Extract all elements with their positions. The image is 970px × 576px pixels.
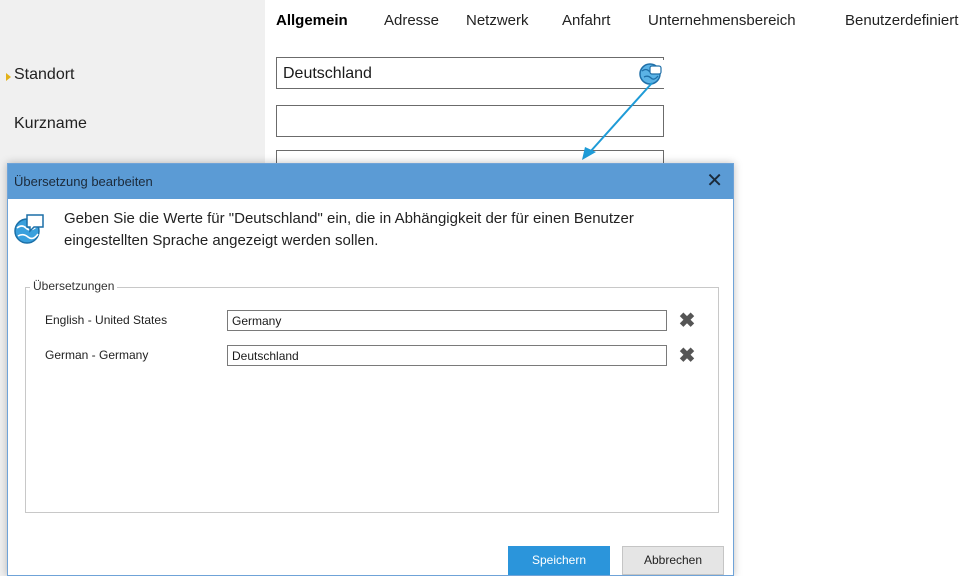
dialog-message: Geben Sie die Werte für "Deutschland" ei… <box>64 210 634 249</box>
globe-speech-icon <box>14 214 44 244</box>
translation-language-label: German - Germany <box>45 348 149 362</box>
translation-value-input[interactable]: Germany <box>227 310 667 331</box>
edit-translation-dialog: Übersetzung bearbeiten ✕ Geben Sie die W… <box>7 163 734 576</box>
delete-x-icon[interactable]: ✖ <box>678 311 696 331</box>
translation-value-input[interactable]: Deutschland <box>227 345 667 366</box>
dialog-title: Übersetzung bearbeiten <box>14 174 153 189</box>
close-icon[interactable]: ✕ <box>706 168 723 193</box>
translation-language-label: English - United States <box>45 313 168 327</box>
delete-x-icon[interactable]: ✖ <box>678 346 696 366</box>
dialog-titlebar[interactable]: Übersetzung bearbeiten ✕ <box>8 164 733 199</box>
cancel-button[interactable]: Abbrechen <box>622 546 724 575</box>
save-button[interactable]: Speichern <box>508 546 610 575</box>
translations-group-title: Übersetzungen <box>30 279 118 293</box>
